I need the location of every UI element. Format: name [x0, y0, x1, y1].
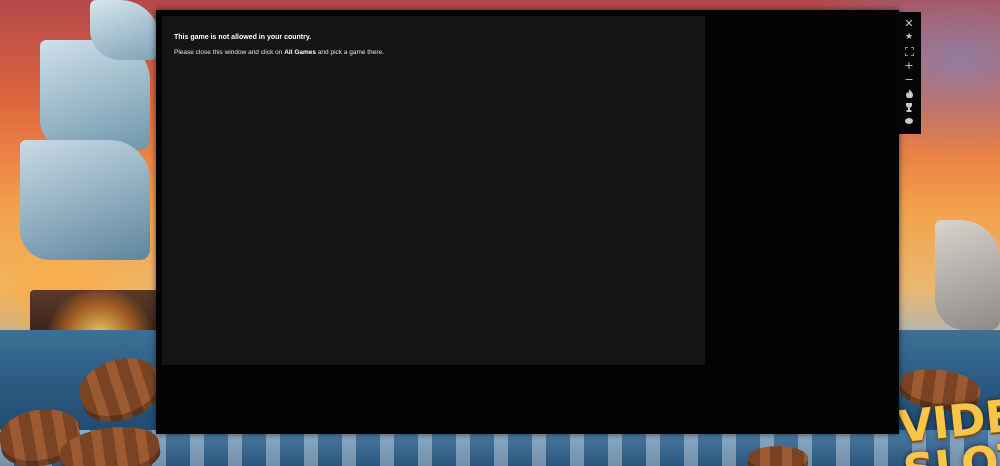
flame-icon[interactable]: [899, 86, 919, 100]
restriction-message-title: This game is not allowed in your country…: [174, 34, 312, 41]
game-window: This game is not allowed in your country…: [156, 10, 899, 434]
zoom-in-icon[interactable]: +: [899, 58, 919, 72]
star-icon[interactable]: ★: [899, 30, 919, 44]
ship-sail: [935, 220, 1000, 330]
close-icon[interactable]: ✕: [899, 16, 919, 30]
game-toolbar: ✕ ★ + −: [897, 12, 921, 134]
game-frame: This game is not allowed in your country…: [162, 16, 705, 365]
all-games-text: All Games: [284, 49, 316, 56]
instruction-text: Please close this window and click on: [174, 49, 285, 56]
eye-icon[interactable]: [899, 114, 919, 128]
zoom-out-icon[interactable]: −: [899, 72, 919, 86]
ship-sail: [20, 140, 150, 260]
fullscreen-icon[interactable]: [899, 44, 919, 58]
barrel: [748, 446, 808, 466]
restriction-message-body: Please close this window and click on Al…: [174, 49, 384, 56]
instruction-text-end: and pick a game there.: [316, 49, 384, 56]
brand-logo: VIDEO SLOTS: [896, 386, 1000, 466]
trophy-icon[interactable]: [899, 100, 919, 114]
